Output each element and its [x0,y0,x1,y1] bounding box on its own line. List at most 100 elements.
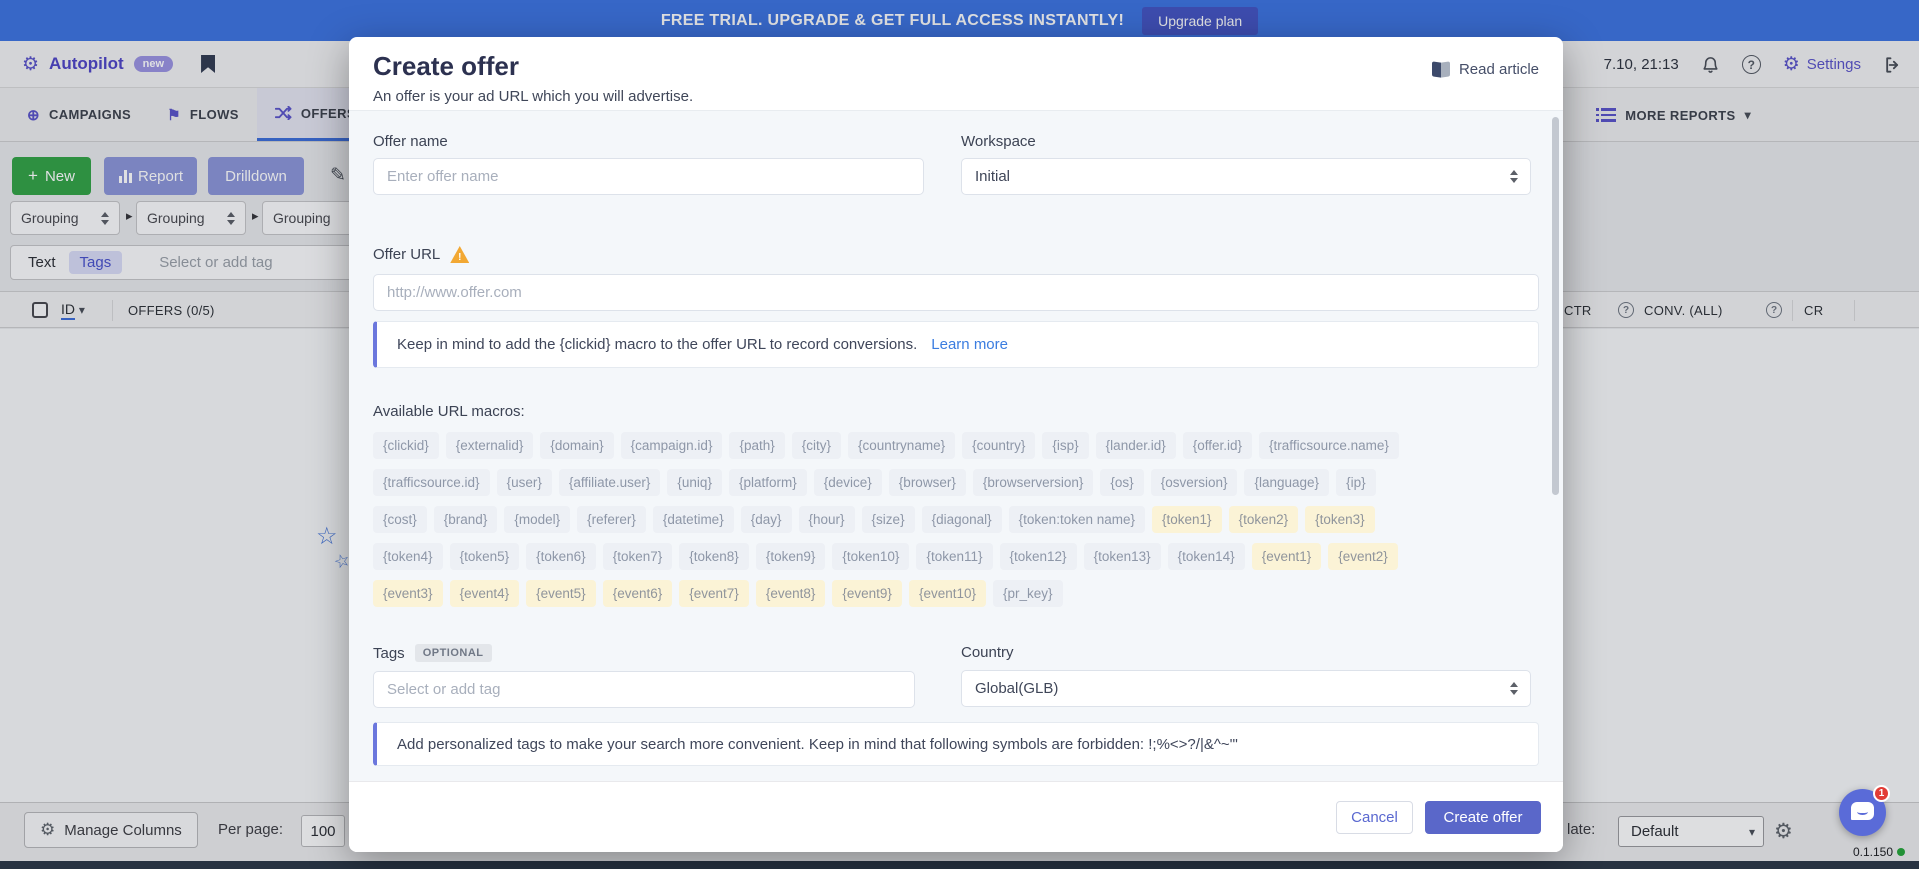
macro-chip[interactable]: {language} [1244,469,1329,496]
macro-chip[interactable]: {os} [1100,469,1143,496]
macro-chip[interactable]: {event3} [373,580,443,607]
macro-chip[interactable]: {brand} [434,506,498,533]
dialog-footer: Cancel Create offer [349,781,1563,852]
macro-chip[interactable]: {hour} [799,506,855,533]
macro-chip[interactable]: {path} [729,432,784,459]
macro-chip[interactable]: {token10} [832,543,909,570]
macro-chip[interactable]: {event8} [756,580,826,607]
optional-badge: OPTIONAL [415,644,492,662]
macro-chip[interactable]: {isp} [1042,432,1088,459]
macro-chip[interactable]: {token:token name} [1009,506,1145,533]
offer-url-label-row: Offer URL ! [373,246,1539,263]
macro-chip[interactable]: {country} [962,432,1035,459]
macro-chip[interactable]: {event4} [450,580,520,607]
chat-icon [1851,802,1874,820]
macro-chip[interactable]: {token12} [1000,543,1077,570]
macro-chip[interactable]: {trafficsource.id} [373,469,490,496]
offer-url-input[interactable] [373,274,1539,311]
macro-chip[interactable]: {city} [792,432,841,459]
macro-chip[interactable]: {event6} [603,580,673,607]
macro-chip[interactable]: {platform} [729,469,807,496]
macro-chip[interactable]: {size} [862,506,915,533]
tags-note: Add personalized tags to make your searc… [373,722,1539,766]
macro-chip-row: {trafficsource.id} {user} {affiliate.user}… [373,469,1539,496]
macro-chip[interactable]: {browser} [889,469,966,496]
select-chevrons-icon [1510,170,1518,183]
macro-chip-row: {clickid} {externalid}{domain} {campaign.i… [373,432,1539,459]
macro-chip[interactable]: {trafficsource.name} [1259,432,1399,459]
chat-notification-badge: 1 [1873,785,1890,802]
clickid-note: Keep in mind to add the {clickid} macro … [373,321,1539,368]
macro-chip[interactable]: {osversion} [1151,469,1238,496]
macro-chip[interactable]: {user} [497,469,552,496]
workspace-label: Workspace [961,133,1531,150]
offer-url-label: Offer URL [373,246,440,263]
select-chevrons-icon [1510,682,1518,695]
macro-chip[interactable]: {token9} [756,543,826,570]
macro-chip[interactable]: {countryname} [848,432,955,459]
macro-chip[interactable]: {clickid} [373,432,439,459]
book-icon [1432,62,1450,77]
macro-chip[interactable]: {referer} [577,506,646,533]
macro-chip[interactable]: {token2} [1229,506,1299,533]
macro-chip[interactable]: {token8} [679,543,749,570]
macro-chip[interactable]: {uniq} [667,469,722,496]
clickid-note-text: Keep in mind to add the {clickid} macro … [397,336,917,353]
macro-chip[interactable]: {ip} [1336,469,1376,496]
macro-chip[interactable]: {event10} [909,580,986,607]
country-label: Country [961,644,1531,661]
warning-icon: ! [450,246,469,263]
read-article-label: Read article [1459,61,1539,78]
macro-chip[interactable]: {token13} [1084,543,1161,570]
macro-chip[interactable]: {event1} [1252,543,1322,570]
macro-chip[interactable]: {event9} [832,580,902,607]
macro-chip[interactable]: {externalid} [446,432,534,459]
macro-chip[interactable]: {datetime} [653,506,734,533]
create-offer-button[interactable]: Create offer [1425,801,1541,834]
dialog-subtitle: An offer is your ad URL which you will a… [373,88,1539,105]
modal-scrollbar[interactable] [1552,117,1559,495]
chat-widget-button[interactable]: 1 [1839,789,1886,836]
macro-chip[interactable]: {offer.id} [1183,432,1252,459]
macro-chip[interactable]: {day} [741,506,792,533]
cancel-button[interactable]: Cancel [1336,801,1413,834]
macro-chip[interactable]: {token4} [373,543,443,570]
dialog-title: Create offer [373,51,1539,82]
macro-chip[interactable]: {model} [504,506,570,533]
macros-label: Available URL macros: [373,403,1539,420]
country-select[interactable]: Global(GLB) [961,670,1531,707]
offer-name-input[interactable] [373,158,924,195]
dialog-header: Create offer An offer is your ad URL whi… [349,37,1563,110]
read-article-link[interactable]: Read article [1432,61,1539,78]
macro-chip[interactable]: {token1} [1152,506,1222,533]
dialog-body: Offer name Workspace Initial Offer URL !… [349,110,1563,781]
tags-note-text: Add personalized tags to make your searc… [397,736,1238,753]
macro-chip[interactable]: {token3} [1305,506,1375,533]
macro-chip[interactable]: {token14} [1168,543,1245,570]
macro-chip[interactable]: {event5} [526,580,596,607]
tags-label-row: Tags OPTIONAL [373,644,924,662]
macro-chip[interactable]: {token6} [526,543,596,570]
create-offer-dialog: Create offer An offer is your ad URL whi… [349,37,1563,852]
macro-chip[interactable]: {token11} [916,543,992,570]
macro-chip[interactable]: {browserversion} [973,469,1094,496]
workspace-select[interactable]: Initial [961,158,1531,195]
tags-input[interactable] [373,671,915,708]
macro-chip[interactable]: {diagonal} [922,506,1002,533]
macro-chip[interactable]: {campaign.id} [621,432,723,459]
macro-chip[interactable]: {event2} [1328,543,1398,570]
macro-chip[interactable]: {affiliate.user} [559,469,661,496]
macro-chip[interactable]: {token7} [603,543,673,570]
macro-chip[interactable]: {cost} [373,506,427,533]
macro-chip[interactable]: {device} [814,469,882,496]
macro-chip[interactable]: {event7} [679,580,749,607]
macro-chip-row: {cost} {brand}{model} {referer} {datetime} {… [373,506,1539,533]
macro-chip[interactable]: {domain} [540,432,613,459]
macro-chip[interactable]: {pr_key} [993,580,1063,607]
learn-more-link[interactable]: Learn more [931,336,1008,353]
macro-chip[interactable]: {token5} [450,543,520,570]
offer-name-label: Offer name [373,133,924,150]
macro-chip[interactable]: {lander.id} [1096,432,1176,459]
macro-rows: {clickid} {externalid}{domain} {campaign.i… [373,432,1539,607]
macro-chip-row: {token4} {token5}{token6} {token7}{token8}… [373,543,1539,570]
